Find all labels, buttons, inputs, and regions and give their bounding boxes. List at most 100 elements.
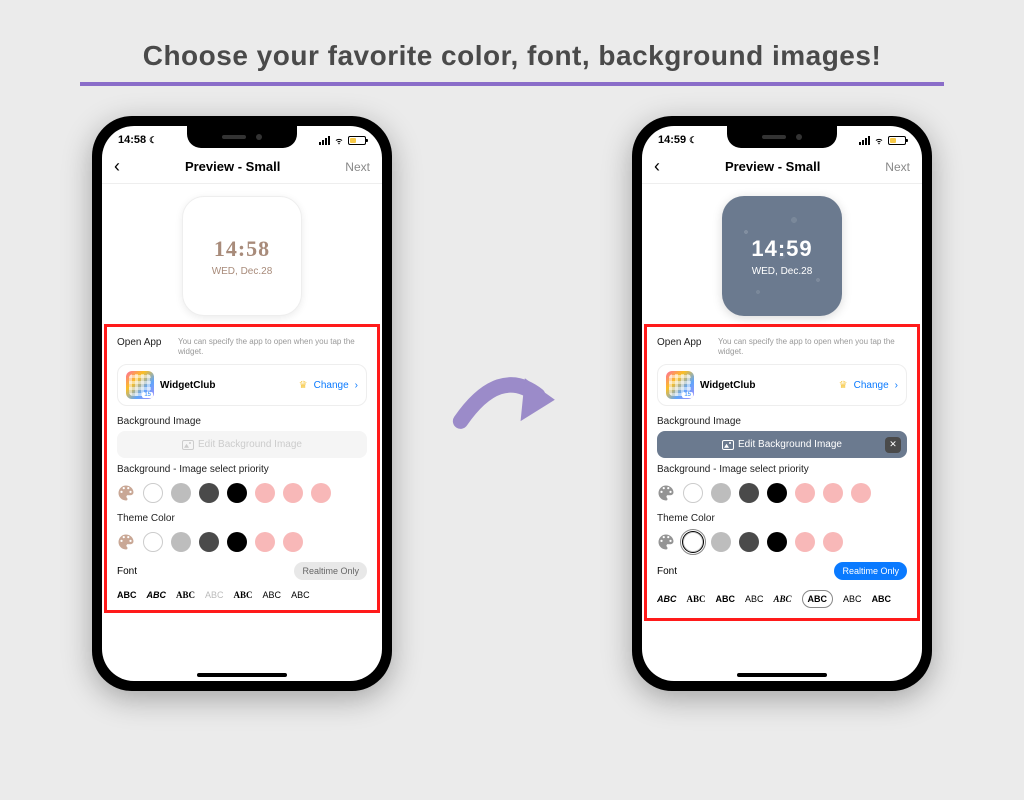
- moon-icon: ☾: [149, 135, 157, 146]
- palette-icon[interactable]: [117, 533, 135, 551]
- arrow-icon: [452, 359, 572, 449]
- swatch[interactable]: [227, 483, 247, 503]
- battery-icon: [888, 136, 906, 145]
- swatch[interactable]: [739, 532, 759, 552]
- notch: [187, 126, 297, 148]
- moon-icon: ☾: [689, 135, 697, 146]
- next-button[interactable]: Next: [345, 160, 370, 174]
- signal-icon: [859, 136, 870, 145]
- stage: 14:58 ☾ ‹ Preview - Small Next 14:58 WED…: [0, 116, 1024, 691]
- font-sample[interactable]: ABC: [176, 590, 195, 600]
- widget-tile[interactable]: 14:58 WED, Dec.28: [182, 196, 302, 316]
- font-sample[interactable]: ABC: [117, 590, 137, 600]
- priority-label: Background - Image select priority: [117, 458, 367, 479]
- swatch[interactable]: [283, 532, 303, 552]
- font-row: ABC ABC ABC ABC ABC ABC ABC: [117, 586, 367, 604]
- swatch[interactable]: [823, 532, 843, 552]
- bg-image-label: Background Image: [657, 410, 907, 431]
- priority-label: Background - Image select priority: [657, 458, 907, 479]
- swatch[interactable]: [283, 483, 303, 503]
- nav-bar: ‹ Preview - Small Next: [102, 150, 382, 184]
- back-button[interactable]: ‹: [114, 156, 120, 177]
- font-sample[interactable]: ABC: [872, 594, 892, 604]
- swatch[interactable]: [683, 483, 703, 503]
- back-button[interactable]: ‹: [654, 156, 660, 177]
- change-button[interactable]: Change: [854, 380, 889, 391]
- swatch-selected[interactable]: [683, 532, 703, 552]
- palette-icon[interactable]: [657, 533, 675, 551]
- swatch[interactable]: [199, 483, 219, 503]
- swatch[interactable]: [767, 483, 787, 503]
- swatch[interactable]: [795, 532, 815, 552]
- swatch[interactable]: [143, 532, 163, 552]
- app-card[interactable]: 15 WidgetClub ♛ Change ›: [117, 364, 367, 406]
- swatch[interactable]: [823, 483, 843, 503]
- app-icon: 15: [126, 371, 154, 399]
- swatch[interactable]: [255, 532, 275, 552]
- swatch[interactable]: [255, 483, 275, 503]
- signal-icon: [319, 136, 330, 145]
- swatch[interactable]: [143, 483, 163, 503]
- phone-left: 14:58 ☾ ‹ Preview - Small Next 14:58 WED…: [92, 116, 392, 691]
- status-time: 14:59: [658, 134, 686, 146]
- widget-time: 14:59: [751, 236, 812, 262]
- swatch[interactable]: [711, 532, 731, 552]
- widget-date: WED, Dec.28: [752, 266, 813, 277]
- widget-date: WED, Dec.28: [212, 266, 273, 277]
- widget-preview: 14:59 WED, Dec.28: [642, 184, 922, 324]
- realtime-button[interactable]: Realtime Only: [294, 562, 367, 580]
- font-sample[interactable]: ABC: [291, 590, 310, 600]
- edit-bg-button[interactable]: Edit Background Image ✕: [657, 431, 907, 458]
- edit-bg-button[interactable]: Edit Background Image: [117, 431, 367, 458]
- font-sample[interactable]: ABC: [774, 594, 792, 604]
- home-indicator[interactable]: [737, 673, 827, 677]
- font-sample[interactable]: ABC: [147, 590, 167, 600]
- crown-icon: ♛: [299, 380, 308, 391]
- priority-swatches: [117, 479, 367, 507]
- realtime-button[interactable]: Realtime Only: [834, 562, 907, 580]
- font-sample[interactable]: ABC: [716, 594, 736, 604]
- home-indicator[interactable]: [197, 673, 287, 677]
- open-app-hint: You can specify the app to open when you…: [718, 337, 907, 356]
- change-button[interactable]: Change: [314, 380, 349, 391]
- font-sample[interactable]: ABC: [745, 594, 764, 604]
- theme-label: Theme Color: [657, 507, 907, 528]
- font-sample[interactable]: ABC: [843, 594, 862, 604]
- font-sample[interactable]: ABC: [234, 590, 253, 600]
- image-icon: [182, 440, 194, 450]
- font-sample[interactable]: ABC: [657, 594, 677, 604]
- swatch[interactable]: [171, 532, 191, 552]
- theme-swatches: [657, 528, 907, 556]
- swatch[interactable]: [739, 483, 759, 503]
- highlight-box: Open App You can specify the app to open…: [104, 324, 380, 613]
- palette-icon[interactable]: [657, 484, 675, 502]
- status-time: 14:58: [118, 134, 146, 146]
- font-sample[interactable]: ABC: [205, 590, 224, 600]
- swatch[interactable]: [795, 483, 815, 503]
- bg-image-label: Background Image: [117, 410, 367, 431]
- swatch[interactable]: [851, 483, 871, 503]
- swatch[interactable]: [171, 483, 191, 503]
- theme-swatches: [117, 528, 367, 556]
- app-badge: 15: [682, 392, 693, 398]
- open-app-label: Open App: [657, 337, 712, 348]
- title-underline: [80, 82, 944, 86]
- app-card[interactable]: 15 WidgetClub ♛ Change ›: [657, 364, 907, 406]
- next-button[interactable]: Next: [885, 160, 910, 174]
- phone-right: 14:59 ☾ ‹ Preview - Small Next 14:59 WED…: [632, 116, 932, 691]
- palette-icon[interactable]: [117, 484, 135, 502]
- font-row: ABC ABC ABC ABC ABC ABC ABC ABC: [657, 586, 907, 612]
- nav-bar: ‹ Preview - Small Next: [642, 150, 922, 184]
- font-sample[interactable]: ABC: [263, 590, 282, 600]
- widget-tile[interactable]: 14:59 WED, Dec.28: [722, 196, 842, 316]
- swatch[interactable]: [311, 483, 331, 503]
- font-sample[interactable]: ABC: [687, 594, 706, 604]
- nav-title: Preview - Small: [185, 159, 280, 174]
- font-sample-selected[interactable]: ABC: [802, 590, 834, 608]
- close-icon[interactable]: ✕: [885, 437, 901, 453]
- swatch[interactable]: [711, 483, 731, 503]
- swatch[interactable]: [227, 532, 247, 552]
- swatch[interactable]: [199, 532, 219, 552]
- swatch[interactable]: [767, 532, 787, 552]
- page-title: Choose your favorite color, font, backgr…: [0, 0, 1024, 82]
